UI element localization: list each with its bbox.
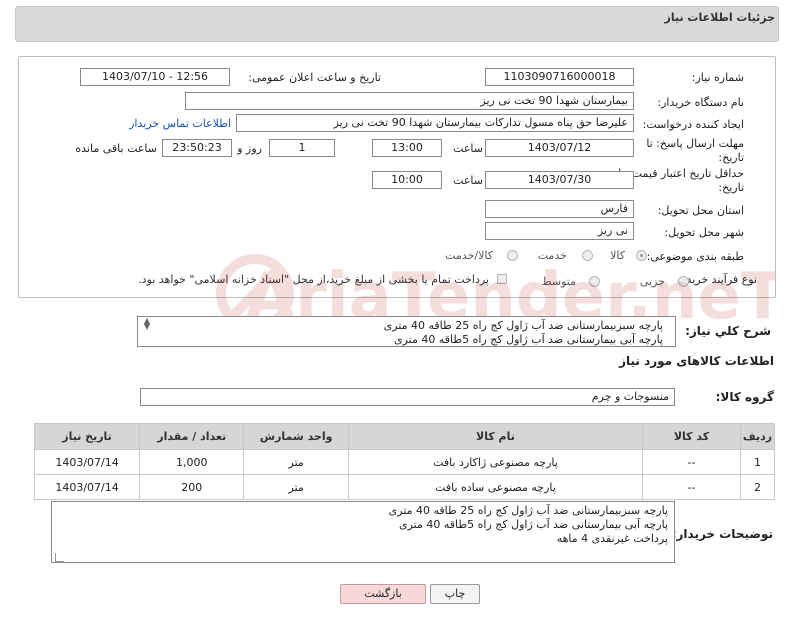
buyer-notes-textarea[interactable]: پارچه سبزبیمارستانی ضد آب ژاول کج راه 25…: [51, 501, 675, 563]
buyer-org-label: نام دستگاه خریدار:: [657, 96, 744, 109]
time-remaining-field[interactable]: 23:50:23: [162, 139, 232, 157]
need-number-field[interactable]: 1103090716000018: [485, 68, 634, 86]
table-row[interactable]: 1 -- پارچه مصنوعی ژاکارد بافت متر 1,000 …: [33, 449, 775, 475]
category-radio-service[interactable]: [582, 250, 593, 261]
summary-textarea[interactable]: پارچه سبزبیمارستانی ضد آب ژاول کج راه 25…: [137, 316, 676, 347]
announce-label: تاریخ و ساعت اعلان عمومی:: [248, 71, 381, 84]
treasury-payment-note: پرداخت تمام یا بخشی از مبلغ خرید،از محل …: [138, 273, 489, 286]
col-unit: واحد شمارش: [243, 423, 349, 450]
cell-row-number: 2: [740, 474, 775, 500]
days-label: روز و: [237, 142, 262, 155]
goods-group-field[interactable]: منسوجات و چرم: [140, 388, 675, 406]
process-radio-medium[interactable]: [589, 276, 600, 287]
deadline-label: مهلت ارسال پاسخ: تا: [646, 137, 744, 150]
goods-group-label: گروه کالا:: [715, 390, 774, 404]
page-title: جزئیات اطلاعات نیاز: [664, 11, 776, 24]
days-remaining-field[interactable]: 1: [269, 139, 335, 157]
province-field[interactable]: فارس: [485, 200, 634, 218]
back-button[interactable]: بازگشت: [340, 584, 426, 604]
validity-date-field[interactable]: 1403/07/30: [485, 171, 634, 189]
cell-row-number: 1: [740, 449, 775, 475]
cell-item-code: --: [641, 449, 742, 475]
cell-quantity: 1,000: [139, 449, 245, 475]
category-option-service: خدمت: [537, 249, 567, 262]
buyer-notes-label: توضیحات خریدار:: [671, 527, 773, 541]
category-radio-goods-service[interactable]: [507, 250, 518, 261]
cell-quantity: 200: [139, 474, 245, 500]
cell-need-date: 1403/07/14: [33, 474, 141, 500]
col-need-date: تاریخ نیاز: [33, 423, 141, 450]
requester-field[interactable]: علیرضا حق پناه مسول تدارکات بیمارستان شه…: [236, 114, 634, 132]
process-option-medium: متوسط: [541, 275, 576, 288]
need-number-label: شماره نیاز:: [691, 71, 744, 84]
requester-label: ایجاد کننده درخواست:: [642, 118, 744, 131]
process-label: نوع فرآیند خرید :: [679, 273, 757, 286]
validity-date-label: تاریخ:: [718, 181, 744, 194]
cell-unit: متر: [243, 449, 349, 475]
col-quantity: تعداد / مقدار: [139, 423, 245, 450]
summary-label: شرح کلي نياز:: [685, 324, 771, 338]
col-item-name: نام کالا: [347, 423, 643, 450]
buyer-notes-line: پارچه سبزبیمارستانی ضد آب ژاول کج راه 25…: [388, 504, 668, 517]
summary-line: پارچه آبی بیمارستانی ضد آب ژاول کج راه 5…: [393, 333, 663, 346]
province-label: استان محل تحویل:: [657, 204, 744, 217]
goods-section-title: اطلاعات کالاهای مورد نیاز: [619, 354, 774, 368]
announce-datetime-field[interactable]: 1403/07/10 - 12:56: [80, 68, 230, 86]
cell-item-name: پارچه مصنوعی ساده بافت: [347, 474, 643, 500]
category-label: طبقه بندی موضوعی:: [646, 250, 744, 263]
validity-time-label: ساعت: [453, 174, 483, 187]
deadline-date-label: تاریخ:: [718, 151, 744, 164]
category-option-goods: کالا: [610, 249, 625, 262]
category-radio-goods[interactable]: [636, 250, 647, 261]
deadline-time-field[interactable]: 13:00: [372, 139, 442, 157]
treasury-payment-checkbox[interactable]: [497, 274, 507, 284]
cell-need-date: 1403/07/14: [33, 449, 141, 475]
goods-table: ردیف کد کالا نام کالا واحد شمارش تعداد /…: [33, 423, 775, 500]
buyer-contact-link[interactable]: اطلاعات تماس خریدار: [129, 117, 231, 130]
validity-label: حداقل تاریخ اعتبار قیمت: تا: [618, 167, 744, 180]
table-header-row: ردیف کد کالا نام کالا واحد شمارش تعداد /…: [33, 423, 775, 450]
table-row[interactable]: 2 -- پارچه مصنوعی ساده بافت متر 200 1403…: [33, 474, 775, 500]
cell-unit: متر: [243, 474, 349, 500]
summary-line: پارچه سبزبیمارستانی ضد آب ژاول کج راه 25…: [383, 319, 663, 332]
print-button[interactable]: چاپ: [430, 584, 480, 604]
category-option-goods-service: کالا/خدمت: [445, 249, 493, 262]
deadline-date-field[interactable]: 1403/07/12: [485, 139, 634, 157]
deadline-time-label: ساعت: [453, 142, 483, 155]
cell-item-code: --: [641, 474, 742, 500]
buyer-notes-line: پرداخت غیرنقدی 4 ماهه: [556, 532, 668, 545]
city-label: شهر محل تحویل:: [664, 226, 744, 239]
time-remaining-label: ساعت باقی مانده: [75, 142, 157, 155]
col-item-code: کد کالا: [641, 423, 742, 450]
process-radio-minor[interactable]: [678, 276, 689, 287]
buyer-notes-line: پارچه آبی بیمارستانی ضد آب ژاول کج راه 5…: [398, 518, 668, 531]
city-field[interactable]: نی ریز: [485, 222, 634, 240]
scroll-arrows-icon[interactable]: ▲ ▼: [141, 317, 153, 331]
buyer-org-field[interactable]: بیمارستان شهدا 90 تخت نی ریز: [185, 92, 634, 110]
col-row-number: ردیف: [740, 423, 775, 450]
cell-item-name: پارچه مصنوعی ژاکارد بافت: [347, 449, 643, 475]
resize-handle-icon[interactable]: [55, 553, 64, 562]
process-option-minor: جزیی: [639, 275, 665, 288]
validity-time-field[interactable]: 10:00: [372, 171, 442, 189]
